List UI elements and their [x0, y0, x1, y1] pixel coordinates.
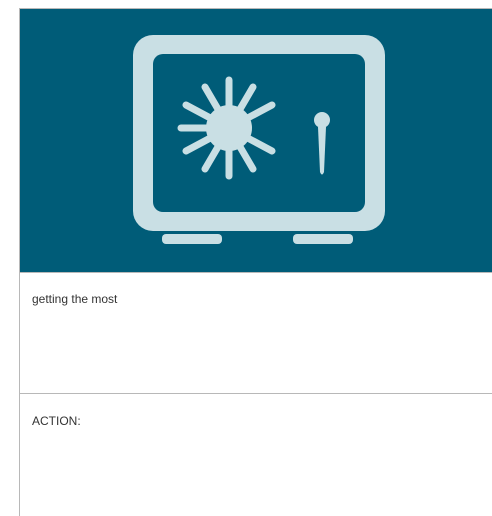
safe-dial [206, 105, 252, 151]
content-card: getting the most ACTION: [19, 8, 492, 516]
action-label: ACTION: [32, 414, 81, 428]
safe-door [153, 54, 365, 212]
divider [20, 393, 492, 394]
safe-handle-knob [314, 112, 330, 128]
subtitle-text: getting the most [32, 292, 118, 306]
safe-icon [133, 35, 385, 244]
divider [20, 272, 492, 273]
safe-right-foot [293, 234, 353, 244]
hero-banner [20, 9, 492, 272]
safe-left-foot [162, 234, 222, 244]
